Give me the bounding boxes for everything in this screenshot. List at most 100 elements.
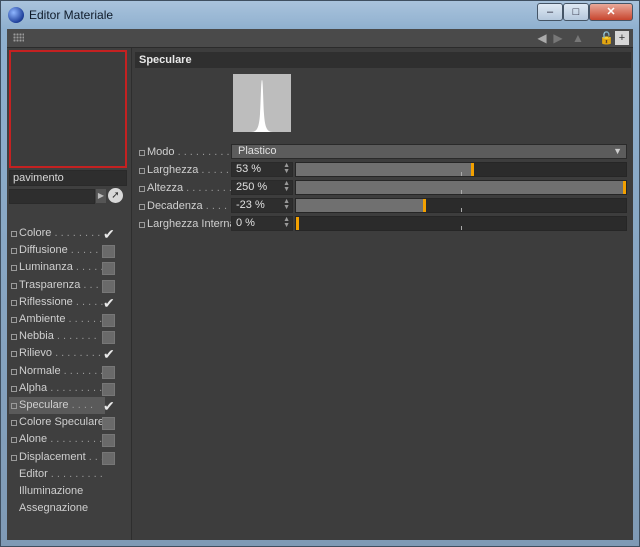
channel-item[interactable]: Colore Speculare <box>9 414 115 431</box>
keyframe-dot[interactable] <box>139 204 145 210</box>
new-window-icon[interactable]: + <box>615 31 629 45</box>
param-slider[interactable] <box>295 162 627 177</box>
channel-item[interactable]: Speculare . . . . ✔ <box>9 397 115 414</box>
material-name-field[interactable]: pavimento <box>9 170 127 186</box>
channel-dots: . . . . . . . . . <box>47 467 103 480</box>
pick-material-icon[interactable]: ➚ <box>108 188 123 203</box>
channel-item[interactable]: Normale . . . . . . . <box>9 363 115 380</box>
spinner-icon[interactable]: ▲ ▼ <box>283 198 290 211</box>
param-row: Larghezza . . . . . 53 % ▲ ▼ <box>135 162 629 178</box>
channel-label: Nebbia <box>19 330 54 343</box>
search-arrow-button[interactable]: ▶ <box>96 189 106 203</box>
checkbox[interactable] <box>102 451 115 465</box>
param-value-field[interactable]: 53 % ▲ ▼ <box>231 162 293 177</box>
channel-label: Riflessione <box>19 295 73 308</box>
channel-item[interactable]: Rilievo . . . . . . . . ✔ <box>9 345 115 362</box>
search-row: ▶ ➚ <box>9 188 127 204</box>
channel-item[interactable]: Editor . . . . . . . . . <box>9 466 105 483</box>
lock-icon[interactable]: 🔓 <box>599 31 614 45</box>
channel-label: Colore <box>19 227 52 239</box>
channel-item[interactable]: Alpha . . . . . . . . . <box>9 380 115 397</box>
param-value-field[interactable]: 250 % ▲ ▼ <box>231 180 293 195</box>
up-arrow-icon[interactable]: ▲ <box>571 31 585 45</box>
channel-dots: . . . . . . . <box>53 330 97 343</box>
checkbox[interactable] <box>102 382 115 396</box>
title-bar[interactable]: Editor Materiale – □ ✕ <box>1 1 639 29</box>
forward-arrow-icon[interactable]: ▶ <box>551 31 565 45</box>
channel-item[interactable]: Ambiente . . . . . . <box>9 311 115 328</box>
close-button[interactable]: ✕ <box>589 3 633 21</box>
checked-checkbox[interactable]: ✔ <box>102 227 115 241</box>
channel-item[interactable]: Luminanza . . . . . <box>9 259 115 276</box>
channel-item[interactable]: Assegnazione <box>9 500 105 517</box>
keyframe-dot[interactable] <box>139 222 145 228</box>
mode-keyframe-dot[interactable] <box>139 150 145 156</box>
channel-item[interactable]: Trasparenza . . . . <box>9 277 115 294</box>
channel-item[interactable]: Diffusione . . . . . <box>9 242 115 259</box>
channel-text: Luminanza . . . . . <box>19 259 103 276</box>
keyframe-dot[interactable] <box>139 168 145 174</box>
mode-dropdown[interactable]: Plastico ▼ <box>231 144 627 159</box>
channel-item[interactable]: Colore . . . . . . . . . ✔ <box>9 225 115 256</box>
spinner-icon[interactable]: ▲ ▼ <box>283 180 290 193</box>
back-arrow-icon[interactable]: ◀ <box>535 31 549 45</box>
checkbox[interactable] <box>102 314 115 327</box>
channel-dot <box>11 334 17 341</box>
keyframe-dot[interactable] <box>139 186 145 192</box>
minimize-button[interactable]: – <box>537 3 563 21</box>
channel-dot <box>11 248 17 255</box>
channel-dots: . . . . . <box>72 261 104 274</box>
channel-text: Assegnazione <box>19 500 88 517</box>
param-row: Decadenza . . . . -23 % ▲ ▼ <box>135 198 629 214</box>
param-row: Larghezza Interna 0 % ▲ ▼ <box>135 216 629 232</box>
checkbox[interactable] <box>102 365 115 379</box>
channel-dot <box>11 385 17 392</box>
material-preview[interactable] <box>9 50 127 168</box>
maximize-button[interactable]: □ <box>563 3 589 21</box>
param-label: Larghezza . . . . . <box>147 164 229 176</box>
channel-item[interactable]: Displacement . . . <box>9 449 115 466</box>
spinner-icon[interactable]: ▲ ▼ <box>283 216 290 229</box>
checkbox[interactable] <box>102 417 115 431</box>
channel-item[interactable]: Nebbia . . . . . . . <box>9 328 115 345</box>
param-value-field[interactable]: 0 % ▲ ▼ <box>231 216 293 231</box>
channel-dots: . . . . . <box>72 295 104 308</box>
channel-dot <box>11 282 17 289</box>
param-value-field[interactable]: -23 % ▲ ▼ <box>231 198 293 213</box>
channel-dot <box>11 420 17 427</box>
channel-item[interactable]: Illuminazione <box>9 483 105 500</box>
slider-handle[interactable] <box>471 163 474 176</box>
channel-label: Displacement <box>19 450 86 463</box>
slider-tick <box>461 208 462 212</box>
checkbox[interactable] <box>102 331 115 345</box>
checked-checkbox[interactable]: ✔ <box>102 399 115 413</box>
spinner-icon[interactable]: ▲ ▼ <box>283 162 290 175</box>
editor-window: Editor Materiale – □ ✕ ◀ ▶ ▲ 🔓 + pavimen… <box>0 0 640 547</box>
channel-text: Diffusione . . . . . <box>19 242 98 259</box>
checked-checkbox[interactable]: ✔ <box>102 347 115 361</box>
channel-item[interactable]: Riflessione . . . . . ✔ <box>9 294 115 311</box>
channel-label: Assegnazione <box>19 502 89 515</box>
checkbox[interactable] <box>102 279 115 293</box>
param-slider[interactable] <box>295 198 627 213</box>
search-input[interactable] <box>9 189 95 204</box>
grip-icon[interactable] <box>13 33 24 42</box>
checkbox[interactable] <box>102 262 115 276</box>
param-slider[interactable] <box>295 216 627 231</box>
slider-fill <box>296 199 423 212</box>
channel-dot <box>11 299 17 306</box>
checkbox[interactable] <box>102 434 115 448</box>
slider-handle[interactable] <box>423 199 426 212</box>
checked-checkbox[interactable]: ✔ <box>102 296 115 310</box>
checkbox[interactable] <box>102 245 115 259</box>
slider-handle[interactable] <box>623 181 626 194</box>
channel-item[interactable]: Alone . . . . . . . . . <box>9 431 115 448</box>
param-label: Altezza . . . . . . . . <box>147 182 232 194</box>
channel-text: Colore Speculare <box>19 414 104 431</box>
specular-curve-preview <box>233 74 291 132</box>
channel-label: Speculare <box>19 399 69 411</box>
slider-handle[interactable] <box>296 217 299 230</box>
section-title: Speculare <box>135 52 631 68</box>
param-slider[interactable] <box>295 180 627 195</box>
channel-label: Rilievo <box>19 347 53 360</box>
